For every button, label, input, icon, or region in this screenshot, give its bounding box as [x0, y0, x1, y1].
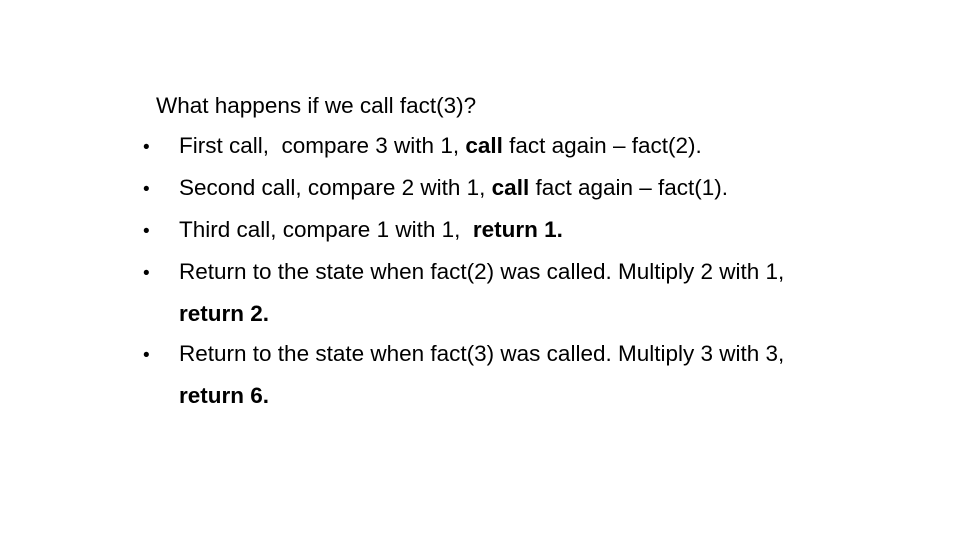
plain-text: fact again – fact(1).: [529, 175, 729, 200]
bullet-item: • First call, compare 3 with 1, call fact…: [143, 126, 816, 168]
plain-text: Third call, compare 1 with 1,: [179, 217, 473, 242]
bullet-item: • Return to the state when fact(3) was ca…: [143, 334, 816, 416]
bullet-marker-icon: •: [143, 221, 150, 242]
bullet-marker-icon: •: [143, 345, 150, 366]
bullet-item-text: Third call, compare 1 with 1, return 1.: [179, 217, 563, 242]
slide-heading: What happens if we call fact(3)?: [156, 93, 477, 118]
plain-text: Return to the state when fact(3) was cal…: [179, 341, 791, 366]
bullet-marker-icon: •: [143, 137, 150, 158]
slide-content-body: What happens if we call fact(3)? • First …: [143, 86, 816, 416]
emphasis-text: call: [491, 175, 530, 200]
bullet-marker-icon: •: [143, 263, 150, 284]
emphasis-text: call: [465, 133, 503, 158]
emphasis-text: return 2.: [179, 301, 270, 326]
plain-text: First call, compare 3 with 1,: [179, 133, 466, 158]
emphasis-text: return 6.: [179, 383, 270, 408]
bullet-item-text: Return to the state when fact(3) was cal…: [179, 341, 791, 408]
bullet-item-text: First call, compare 3 with 1, call fact …: [179, 133, 702, 158]
bullet-item: • Second call, compare 2 with 1, call fac…: [143, 168, 816, 210]
plain-text: Return to the state when fact(2) was cal…: [179, 259, 791, 284]
bullet-item: • Third call, compare 1 with 1, return 1.: [143, 210, 816, 252]
plain-text: Second call, compare 2 with 1,: [179, 175, 492, 200]
bullet-item: • Return to the state when fact(2) was ca…: [143, 252, 816, 334]
bullet-list: • First call, compare 3 with 1, call fact…: [143, 126, 816, 416]
emphasis-text: return 1.: [472, 217, 563, 242]
bullet-item-text: Second call, compare 2 with 1, call fact…: [179, 175, 728, 200]
slide-canvas: What happens if we call fact(3)? • First …: [0, 0, 960, 540]
plain-text: fact again – fact(2).: [502, 133, 702, 158]
bullet-item-text: Return to the state when fact(2) was cal…: [179, 259, 791, 326]
bullet-marker-icon: •: [143, 179, 150, 200]
